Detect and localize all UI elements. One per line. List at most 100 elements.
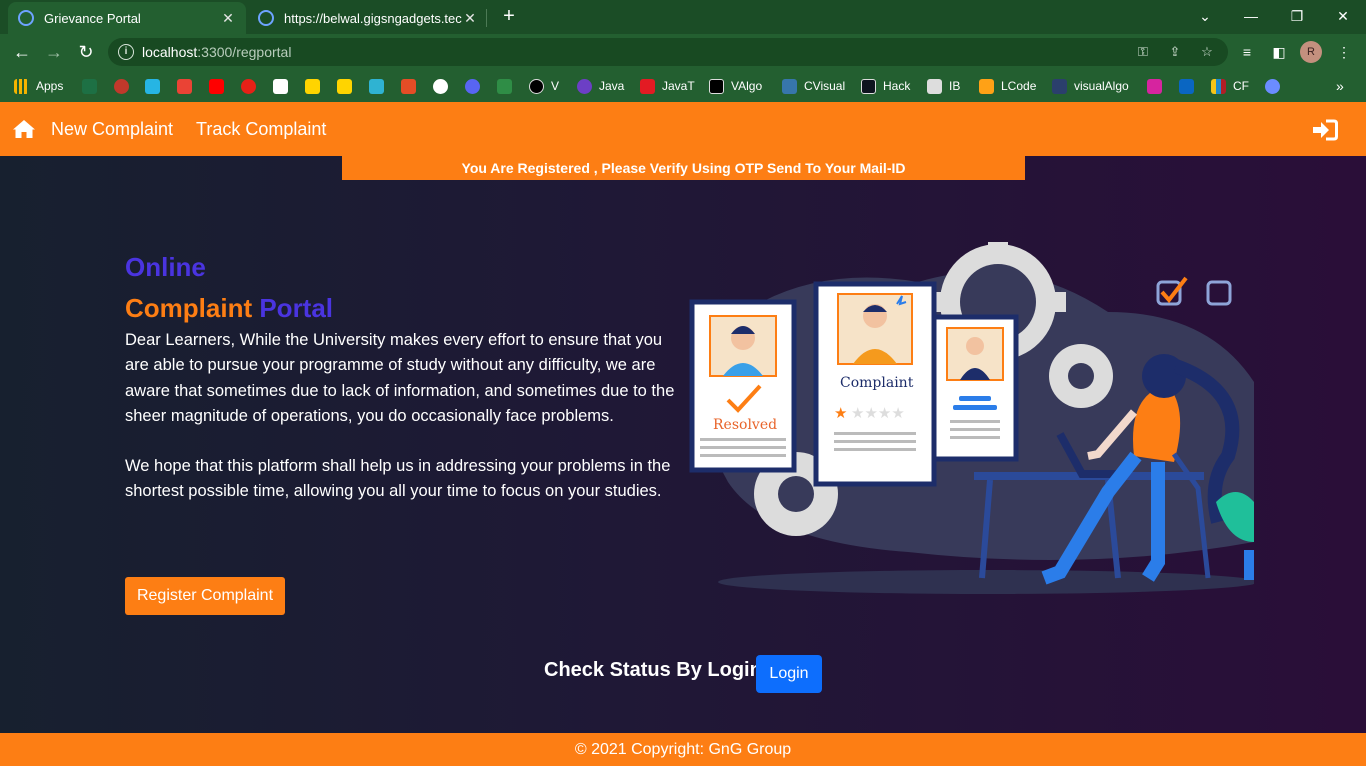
nav-new-complaint[interactable]: New Complaint [51,119,173,140]
bookmark-linkedin[interactable] [1179,76,1194,96]
bookmark-javat[interactable]: JavaT [640,76,695,96]
bookmark-instagram[interactable] [1147,76,1162,96]
back-icon[interactable]: ← [10,40,34,64]
bookmark-arrow[interactable] [369,76,384,96]
forward-icon[interactable]: → [42,40,66,64]
instagram-icon [1147,78,1162,94]
bookmark-cvisual[interactable]: CVisual [782,76,845,96]
leetcode-icon [979,78,994,94]
star-icon[interactable]: ☆ [1198,43,1216,61]
bookmark-gfg[interactable] [497,76,512,96]
bookmark-flipkart[interactable] [305,76,320,96]
bookmark-3[interactable] [145,76,160,96]
user-card [931,314,1019,462]
new-tab-icon[interactable]: + [498,5,520,27]
svg-text:★★★★: ★★★★ [851,405,905,422]
tab-grievance-portal[interactable]: Grievance Portal ✕ [8,2,246,34]
reading-list-icon[interactable]: ≡ [1237,42,1257,62]
login-button[interactable]: Login [756,655,822,693]
address-bar[interactable]: i localhost:3300/regportal ⚿ ⇪ ☆ [108,38,1228,66]
bookmark-hack[interactable]: Hack [861,76,910,96]
bookmark-amazon[interactable] [273,76,288,96]
share-icon[interactable]: ⇪ [1166,43,1184,61]
complaint-illustration: Resolved Complaint ★ ★★★★ [689,242,1254,594]
java-icon [577,78,592,94]
interviewbit-icon [927,78,942,94]
more-bookmarks-icon[interactable]: » [1336,76,1344,96]
gfg-icon [497,78,512,94]
bookmark-discord[interactable] [465,76,480,96]
check-status-label: Check Status By Login [544,659,762,681]
profile-avatar[interactable]: R [1300,41,1322,63]
home-icon[interactable] [12,119,36,139]
menu-icon[interactable]: ⋮ [1334,42,1354,62]
bookmark-cf[interactable]: CF [1211,76,1249,96]
restore-icon[interactable]: ❐ [1284,4,1310,28]
site-icon [145,78,160,94]
codeforces-icon [1211,78,1226,94]
key-icon[interactable]: ⚿ [1134,43,1152,61]
site-navbar: New Complaint Track Complaint [0,102,1366,156]
nav-track-complaint[interactable]: Track Complaint [196,119,326,140]
bookmark-code[interactable] [401,76,416,96]
youtube-icon [209,78,224,94]
tab-belwal[interactable]: https://belwal.gigsngadgets.tech/ ✕ [248,2,488,34]
bookmark-music[interactable] [241,76,256,96]
gmail-icon [177,78,192,94]
complaint-card: Complaint ★ ★★★★ [813,281,937,487]
bookmark-java[interactable]: Java [577,76,624,96]
sign-in-icon[interactable] [1312,119,1338,141]
side-panel-icon[interactable]: ◧ [1269,42,1289,62]
bookmark-github[interactable] [433,76,448,96]
bookmark-youtube[interactable] [209,76,224,96]
bookmark-v[interactable]: V [529,76,559,96]
bookmark-gmail[interactable] [177,76,192,96]
amazon-icon [273,78,288,94]
footer-copyright: © 2021 Copyright: GnG Group [0,733,1366,766]
gear-icon [1049,344,1113,408]
bookmark-excel[interactable] [82,76,97,96]
site-info-icon[interactable]: i [118,44,134,60]
bookmark-p[interactable] [337,76,352,96]
excel-icon [82,78,97,94]
bookmark-2[interactable] [114,76,129,96]
code-icon [401,78,416,94]
close-tab-icon[interactable]: ✕ [462,10,478,27]
bookmark-apps[interactable]: Apps [14,76,63,96]
checkbox-icon [1206,280,1232,306]
tab-divider [486,9,487,27]
hero-title: Complaint Portal [125,293,334,323]
bookmark-lcode[interactable]: LCode [979,76,1036,96]
discord-icon [465,78,480,94]
bookmark-visualalgo[interactable]: visualAlgo [1052,76,1129,96]
bookmark-valgo[interactable]: VAlgo [709,76,762,96]
close-tab-icon[interactable]: ✕ [220,10,236,27]
hackerrank-icon [861,78,876,94]
tab-title: Grievance Portal [44,10,141,26]
registration-alert: You Are Registered , Please Verify Using… [342,156,1025,180]
resolved-card: Resolved [689,299,797,473]
bookmark-last[interactable] [1265,76,1280,96]
tab-search-icon[interactable]: ⌄ [1192,4,1218,28]
bookmarks-bar: Apps V Java JavaT VAlgo CVisual Hack IB … [0,70,1366,102]
arrow-icon [369,78,384,94]
flipkart-icon [305,78,320,94]
javat-icon [640,78,655,94]
site-icon [114,78,129,94]
svg-text:Complaint: Complaint [840,375,914,391]
reload-icon[interactable]: ↻ [74,40,98,64]
github-icon [433,78,448,94]
close-window-icon[interactable]: ✕ [1330,4,1356,28]
p-icon [337,78,352,94]
browser-tabstrip: Grievance Portal ✕ https://belwal.gigsng… [0,0,1366,34]
hero-paragraph-2: We hope that this platform shall help us… [125,457,671,501]
hero-paragraph-1: Dear Learners, While the University make… [125,331,675,426]
minimize-icon[interactable]: — [1238,4,1264,28]
main-section: You Are Registered , Please Verify Using… [0,156,1366,733]
browser-toolbar: ← → ↻ i localhost:3300/regportal ⚿ ⇪ ☆ ≡… [0,34,1366,70]
vercel-icon [529,78,544,94]
url-text: localhost:3300/regportal [142,44,292,60]
bookmark-ib[interactable]: IB [927,76,960,96]
site-icon [1265,78,1280,94]
register-complaint-button[interactable]: Register Complaint [125,577,285,615]
